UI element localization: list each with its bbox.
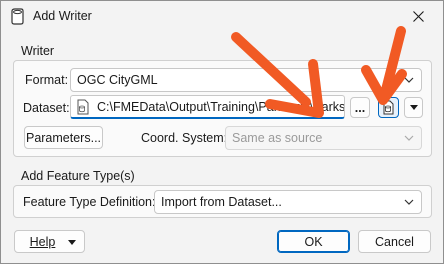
ok-label: OK	[304, 234, 323, 249]
close-icon	[412, 11, 424, 22]
cancel-label: Cancel	[375, 234, 414, 249]
writer-group-label: Writer	[21, 44, 55, 58]
dataset-file-icon	[77, 99, 89, 115]
dataset-label: Dataset:	[23, 101, 70, 115]
browse-label: ...	[354, 100, 366, 115]
feature-type-group-label: Add Feature Type(s)	[21, 169, 135, 183]
coord-system-value: Same as source	[232, 131, 323, 145]
caret-down-icon	[409, 105, 418, 110]
browse-button[interactable]: ...	[350, 97, 370, 118]
format-value: OGC CityGML	[77, 73, 158, 87]
feature-type-definition-label: Feature Type Definition:	[23, 195, 156, 209]
dataset-value: C:\FMEData\Output\Training\Parks.zip\Par…	[97, 100, 345, 114]
coord-system-label: Coord. System:	[141, 131, 228, 145]
title-bar: Add Writer	[1, 1, 443, 32]
coord-system-combobox[interactable]: Same as source	[225, 126, 422, 150]
help-button[interactable]: Help	[14, 230, 85, 253]
window-title: Add Writer	[33, 9, 92, 23]
add-writer-dialog: Add Writer Writer Format: OGC CityGML Da…	[0, 0, 444, 264]
chevron-down-icon	[404, 135, 414, 141]
writer-app-icon	[11, 8, 24, 25]
parameters-button[interactable]: Parameters...	[24, 126, 103, 149]
chevron-down-icon	[404, 199, 414, 205]
help-label: Help	[29, 234, 56, 249]
caret-down-icon	[68, 240, 76, 245]
select-dataset-button[interactable]	[378, 97, 399, 118]
feature-type-definition-combobox[interactable]: Import from Dataset...	[154, 190, 422, 214]
dataset-input[interactable]: C:\FMEData\Output\Training\Parks.zip\Par…	[70, 95, 345, 119]
close-button[interactable]	[393, 1, 443, 32]
cancel-button[interactable]: Cancel	[358, 230, 431, 253]
dataset-options-dropdown[interactable]	[404, 97, 423, 118]
ok-button[interactable]: OK	[277, 230, 350, 253]
chevron-down-icon	[404, 77, 414, 83]
feature-type-definition-value: Import from Dataset...	[161, 195, 282, 209]
format-label: Format:	[25, 73, 69, 87]
format-combobox[interactable]: OGC CityGML	[70, 68, 422, 92]
database-icon	[383, 100, 394, 115]
parameters-label: Parameters...	[25, 130, 102, 145]
